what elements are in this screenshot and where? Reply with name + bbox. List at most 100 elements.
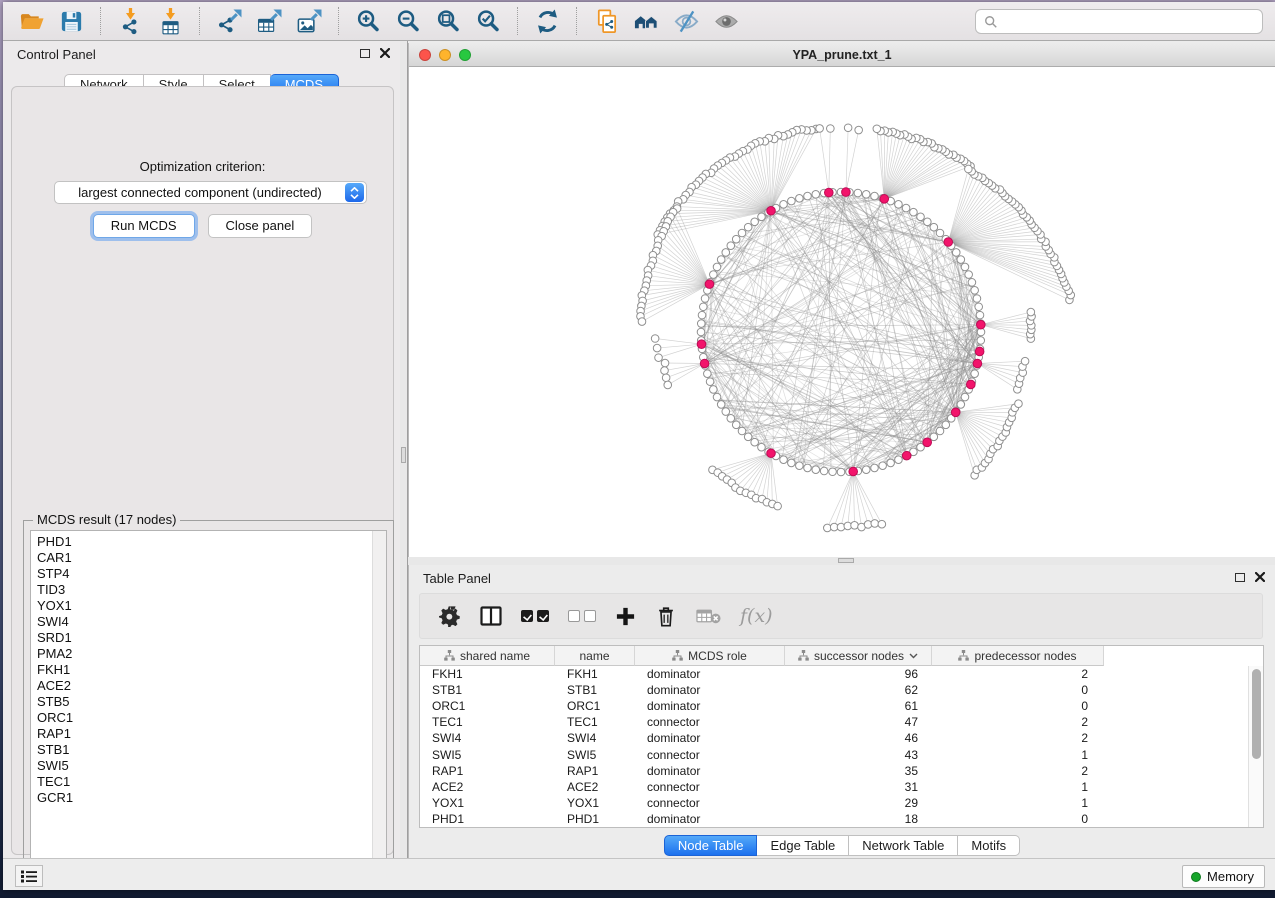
import-network-icon[interactable] — [110, 5, 150, 37]
table-cell[interactable]: SWI4 — [555, 731, 635, 745]
table-cell[interactable]: 1 — [932, 796, 1104, 810]
table-options-gear-icon[interactable] — [439, 605, 461, 627]
table-cell[interactable]: ORC1 — [420, 699, 555, 713]
table-cell[interactable]: PHD1 — [420, 812, 555, 826]
tab-motifs[interactable]: Motifs — [958, 835, 1020, 856]
mcds-result-item[interactable]: STB1 — [31, 742, 386, 758]
table-cell[interactable]: 0 — [932, 683, 1104, 697]
close-panel-icon[interactable] — [1255, 572, 1265, 582]
table-cell[interactable]: FKH1 — [420, 667, 555, 681]
mcds-result-item[interactable]: ACE2 — [31, 678, 386, 694]
mcds-result-item[interactable]: STP4 — [31, 566, 386, 582]
column-header-predecessor-nodes[interactable]: predecessor nodes — [932, 646, 1104, 666]
mcds-result-item[interactable]: CAR1 — [31, 550, 386, 566]
network-canvas[interactable] — [409, 67, 1275, 557]
search-box[interactable] — [975, 9, 1263, 34]
table-cell[interactable]: 2 — [932, 715, 1104, 729]
table-cell[interactable]: ACE2 — [420, 780, 555, 794]
minimize-window-icon[interactable] — [439, 49, 451, 61]
table-row[interactable]: PHD1PHD1dominator180 — [420, 811, 1247, 827]
zoom-fit-icon[interactable] — [428, 5, 468, 37]
table-cell[interactable]: dominator — [635, 683, 785, 697]
export-network-icon[interactable] — [209, 5, 249, 37]
table-cell[interactable]: FKH1 — [555, 667, 635, 681]
float-panel-icon[interactable] — [1235, 573, 1245, 582]
tab-edge-table[interactable]: Edge Table — [757, 835, 849, 856]
splitter-grip[interactable] — [838, 558, 854, 563]
table-cell[interactable]: SWI5 — [420, 748, 555, 762]
optimization-criterion-select[interactable]: largest connected component (undirected) — [54, 181, 367, 204]
mcds-result-item[interactable]: SWI5 — [31, 758, 386, 774]
mcds-result-item[interactable]: STB5 — [31, 694, 386, 710]
mcds-result-item[interactable]: SWI4 — [31, 614, 386, 630]
table-cell[interactable]: dominator — [635, 699, 785, 713]
mcds-result-item[interactable]: ORC1 — [31, 710, 386, 726]
table-cell[interactable]: RAP1 — [555, 764, 635, 778]
export-image-icon[interactable] — [289, 5, 329, 37]
table-cell[interactable]: 35 — [785, 764, 932, 778]
table-cell[interactable]: 2 — [932, 667, 1104, 681]
table-cell[interactable]: STB1 — [555, 683, 635, 697]
table-cell[interactable]: connector — [635, 715, 785, 729]
mcds-result-item[interactable]: FKH1 — [31, 662, 386, 678]
table-cell[interactable]: connector — [635, 796, 785, 810]
hide-selected-eye-slash-icon[interactable] — [666, 5, 706, 37]
first-neighbors-icon[interactable] — [626, 5, 666, 37]
table-cell[interactable]: SWI4 — [420, 731, 555, 745]
table-cell[interactable]: 29 — [785, 796, 932, 810]
table-cell[interactable]: 43 — [785, 748, 932, 762]
import-table-icon[interactable] — [150, 5, 190, 37]
zoom-in-icon[interactable] — [348, 5, 388, 37]
mcds-result-item[interactable]: GCR1 — [31, 790, 386, 806]
close-panel-icon[interactable] — [380, 48, 390, 58]
column-header-name[interactable]: name — [555, 646, 635, 666]
table-row[interactable]: SWI4SWI4dominator462 — [420, 730, 1247, 746]
table-cell[interactable]: 2 — [932, 731, 1104, 745]
mcds-result-item[interactable]: SRD1 — [31, 630, 386, 646]
table-cell[interactable]: 18 — [785, 812, 932, 826]
table-cell[interactable]: connector — [635, 780, 785, 794]
table-cell[interactable]: dominator — [635, 812, 785, 826]
table-scrollbar-thumb[interactable] — [1252, 669, 1261, 759]
column-header-successor-nodes[interactable]: successor nodes — [785, 646, 932, 666]
table-row[interactable]: RAP1RAP1dominator352 — [420, 763, 1247, 779]
horizontal-splitter[interactable] — [408, 557, 1275, 565]
table-cell[interactable]: 61 — [785, 699, 932, 713]
table-cell[interactable]: connector — [635, 748, 785, 762]
table-cell[interactable]: 96 — [785, 667, 932, 681]
float-panel-icon[interactable] — [360, 49, 370, 58]
table-cell[interactable]: 0 — [932, 699, 1104, 713]
table-cell[interactable]: dominator — [635, 764, 785, 778]
deselect-all-columns-icon[interactable] — [568, 610, 596, 622]
save-session-icon[interactable] — [51, 5, 91, 37]
table-cell[interactable]: TEC1 — [555, 715, 635, 729]
zoom-out-icon[interactable] — [388, 5, 428, 37]
export-table-icon[interactable] — [249, 5, 289, 37]
table-cell[interactable]: dominator — [635, 731, 785, 745]
refresh-view-icon[interactable] — [527, 5, 567, 37]
memory-button[interactable]: Memory — [1182, 865, 1265, 888]
mcds-list-scrollbar[interactable] — [372, 531, 386, 876]
close-window-icon[interactable] — [419, 49, 431, 61]
vertical-splitter[interactable] — [400, 41, 408, 858]
table-cell[interactable]: RAP1 — [420, 764, 555, 778]
create-column-plus-icon[interactable] — [615, 606, 636, 627]
table-cell[interactable]: STB1 — [420, 683, 555, 697]
table-row[interactable]: TEC1TEC1connector472 — [420, 714, 1247, 730]
table-row[interactable]: STB1STB1dominator620 — [420, 682, 1247, 698]
table-cell[interactable]: ACE2 — [555, 780, 635, 794]
table-row[interactable]: FKH1FKH1dominator962 — [420, 666, 1247, 682]
column-header-mcds-role[interactable]: MCDS role — [635, 646, 785, 666]
close-panel-button[interactable]: Close panel — [208, 214, 313, 238]
task-history-button[interactable] — [15, 865, 43, 887]
table-cell[interactable]: 46 — [785, 731, 932, 745]
run-mcds-button[interactable]: Run MCDS — [93, 214, 195, 238]
mcds-result-item[interactable]: PMA2 — [31, 646, 386, 662]
mcds-result-item[interactable]: TEC1 — [31, 774, 386, 790]
network-window-titlebar[interactable]: YPA_prune.txt_1 — [409, 43, 1275, 67]
tab-node-table[interactable]: Node Table — [664, 835, 758, 856]
select-all-columns-icon[interactable] — [521, 610, 549, 622]
table-cell[interactable]: dominator — [635, 667, 785, 681]
table-cell[interactable]: 2 — [932, 764, 1104, 778]
table-cell[interactable]: ORC1 — [555, 699, 635, 713]
